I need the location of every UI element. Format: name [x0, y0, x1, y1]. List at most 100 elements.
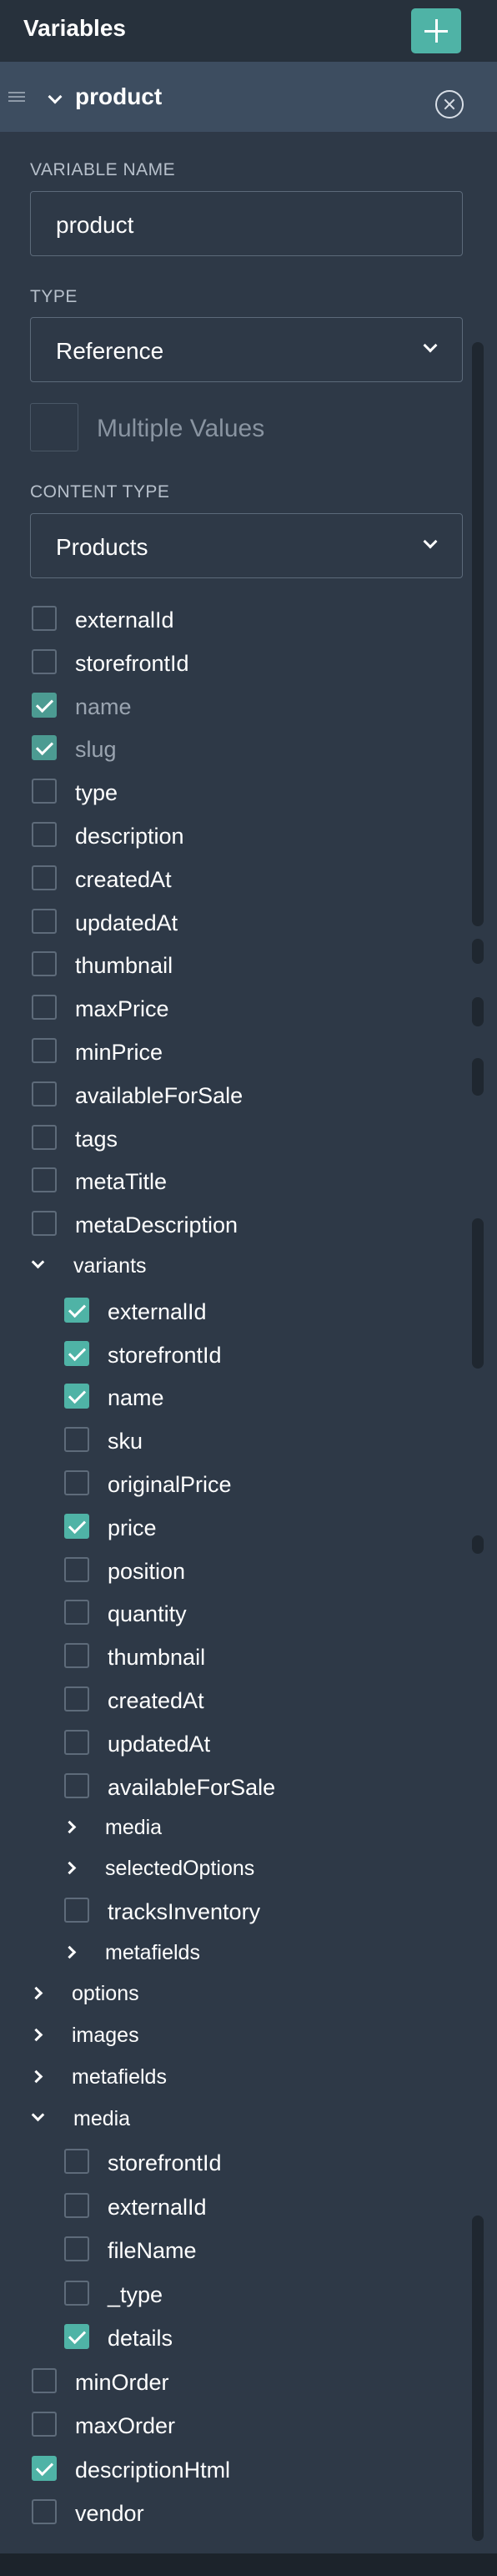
checkbox-icon[interactable]: [32, 779, 57, 804]
field-row[interactable]: tags: [32, 1122, 467, 1155]
checkbox-icon[interactable]: [64, 2149, 89, 2175]
checkbox-icon[interactable]: [64, 1729, 89, 1755]
checkbox-icon[interactable]: [64, 2280, 89, 2306]
checkbox-icon[interactable]: [32, 606, 57, 631]
field-row[interactable]: sku: [64, 1424, 467, 1457]
checkbox-icon[interactable]: [32, 648, 57, 674]
field-group[interactable]: media: [63, 1812, 467, 1846]
checkbox-icon[interactable]: [32, 995, 57, 1021]
variable-header[interactable]: product: [0, 62, 497, 132]
checkbox-icon[interactable]: [32, 1167, 57, 1193]
chevron-right-icon[interactable]: [29, 2069, 43, 2084]
scrollbar-segment[interactable]: [472, 1218, 484, 1369]
checkbox-icon[interactable]: [32, 1211, 57, 1237]
field-row[interactable]: maxPrice: [32, 991, 467, 1025]
checkbox-icon[interactable]: [64, 1470, 89, 1495]
field-row[interactable]: quantity: [64, 1596, 467, 1630]
field-row[interactable]: tracksInventory: [64, 1894, 467, 1928]
field-group[interactable]: options: [29, 1979, 467, 2012]
chevron-down-icon[interactable]: [31, 2108, 45, 2122]
checkbox-icon[interactable]: [32, 1038, 57, 1063]
field-group[interactable]: media: [31, 2104, 467, 2137]
chevron-right-icon[interactable]: [63, 1945, 77, 1959]
field-row[interactable]: minOrder: [32, 2365, 467, 2398]
field-row[interactable]: name: [64, 1380, 467, 1414]
checkbox-checked-icon[interactable]: [32, 692, 57, 718]
checkbox-checked-icon[interactable]: [64, 1384, 89, 1409]
checkbox-icon[interactable]: [64, 1686, 89, 1711]
checkbox-icon[interactable]: [32, 2367, 57, 2393]
checkbox-icon[interactable]: [64, 1427, 89, 1453]
checkbox-checked-icon[interactable]: [32, 735, 57, 761]
field-row[interactable]: details: [64, 2321, 467, 2354]
field-row[interactable]: thumbnail: [64, 1640, 467, 1673]
field-row[interactable]: createdAt: [64, 1683, 467, 1716]
checkbox-checked-icon[interactable]: [64, 1340, 89, 1366]
field-row[interactable]: externalId: [32, 602, 467, 636]
field-row[interactable]: fileName: [64, 2233, 467, 2266]
chevron-right-icon[interactable]: [29, 2028, 43, 2042]
scrollbar-segment[interactable]: [472, 1058, 484, 1096]
scrollbar-segment[interactable]: [472, 997, 484, 1026]
checkbox-icon[interactable]: [32, 1081, 57, 1107]
chevron-right-icon[interactable]: [63, 1821, 77, 1834]
checkbox-icon[interactable]: [32, 1124, 57, 1150]
checkbox-icon[interactable]: [64, 2236, 89, 2262]
field-row[interactable]: availableForSale: [64, 1770, 467, 1803]
checkbox-icon[interactable]: [32, 822, 57, 847]
scrollbar-segment[interactable]: [472, 2216, 484, 2541]
scrollbar-segment[interactable]: [472, 939, 484, 964]
checkbox-icon[interactable]: [32, 908, 57, 934]
field-row[interactable]: slug: [32, 732, 467, 765]
field-row[interactable]: price: [64, 1510, 467, 1544]
checkbox-icon[interactable]: [64, 1898, 89, 1923]
field-row[interactable]: originalPrice: [64, 1467, 467, 1500]
checkbox-checked-icon[interactable]: [64, 1297, 89, 1323]
field-row[interactable]: createdAt: [32, 862, 467, 895]
field-row[interactable]: storefrontId: [64, 2145, 467, 2179]
field-row[interactable]: metaTitle: [32, 1164, 467, 1197]
drag-handle-icon[interactable]: [8, 92, 25, 102]
field-row[interactable]: externalId: [64, 1294, 467, 1328]
field-group[interactable]: metafields: [29, 2062, 467, 2095]
field-row[interactable]: availableForSale: [32, 1078, 467, 1112]
field-row[interactable]: updatedAt: [32, 905, 467, 939]
chevron-right-icon[interactable]: [29, 1986, 43, 2000]
field-row[interactable]: thumbnail: [32, 948, 467, 981]
checkbox-checked-icon[interactable]: [32, 2455, 57, 2481]
field-row[interactable]: _type: [64, 2277, 467, 2311]
multiple-values-checkbox[interactable]: [30, 403, 78, 451]
scrollbar-segment[interactable]: [472, 342, 484, 926]
field-group[interactable]: metafields: [63, 1938, 467, 1971]
variable-name-input[interactable]: product: [30, 191, 463, 256]
checkbox-icon[interactable]: [32, 2412, 57, 2437]
add-variable-button[interactable]: [411, 8, 461, 53]
checkbox-checked-icon[interactable]: [64, 2324, 89, 2350]
checkbox-checked-icon[interactable]: [64, 1513, 89, 1539]
field-row[interactable]: vendor: [32, 2496, 467, 2529]
checkbox-icon[interactable]: [32, 865, 57, 890]
chevron-down-icon[interactable]: [31, 1255, 45, 1269]
field-row[interactable]: minPrice: [32, 1035, 467, 1068]
scrollbar-segment[interactable]: [472, 1535, 484, 1554]
field-row[interactable]: storefrontId: [64, 1338, 467, 1371]
checkbox-icon[interactable]: [32, 951, 57, 977]
checkbox-icon[interactable]: [64, 1643, 89, 1669]
checkbox-icon[interactable]: [64, 1556, 89, 1582]
close-icon[interactable]: [435, 90, 464, 118]
chevron-right-icon[interactable]: [63, 1862, 77, 1875]
field-row[interactable]: description: [32, 819, 467, 852]
checkbox-icon[interactable]: [64, 1772, 89, 1798]
field-group[interactable]: images: [29, 2020, 467, 2054]
chevron-down-icon[interactable]: [48, 89, 63, 104]
checkbox-icon[interactable]: [64, 1600, 89, 1626]
field-row[interactable]: position: [64, 1554, 467, 1587]
field-row[interactable]: metaDescription: [32, 1207, 467, 1241]
content-type-select[interactable]: Products: [30, 513, 463, 578]
type-select[interactable]: Reference: [30, 317, 463, 382]
field-row[interactable]: updatedAt: [64, 1727, 467, 1760]
checkbox-icon[interactable]: [64, 2192, 89, 2218]
field-row[interactable]: name: [32, 689, 467, 723]
field-row[interactable]: maxOrder: [32, 2408, 467, 2442]
field-row[interactable]: type: [32, 775, 467, 809]
